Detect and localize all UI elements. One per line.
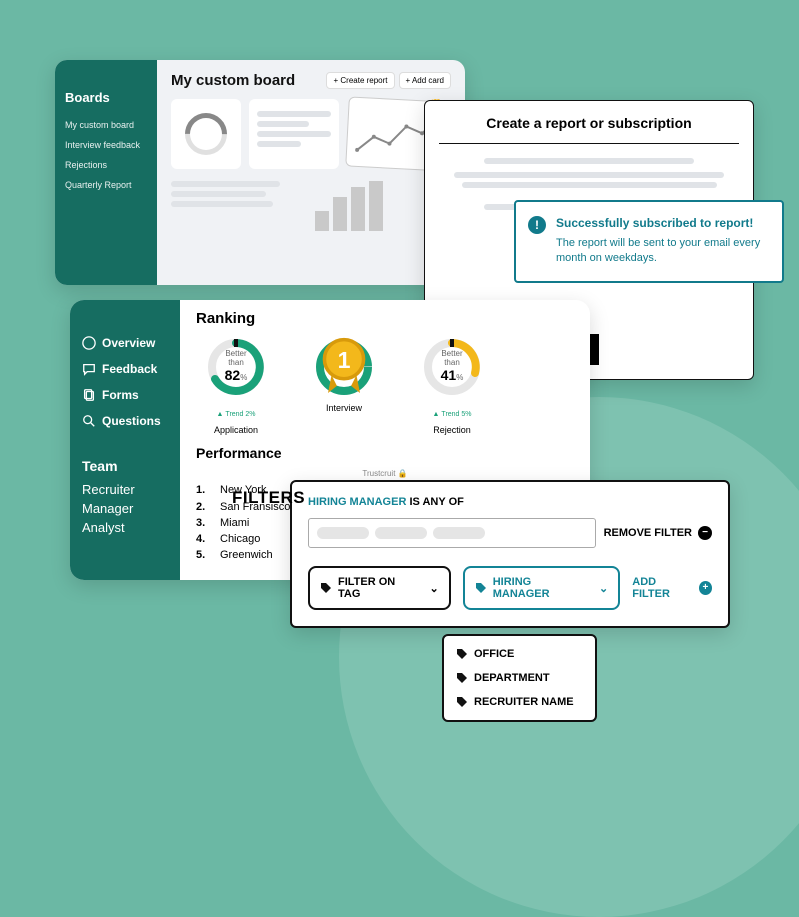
hiring-manager-select[interactable]: HIRING MANAGER⌄ [463,566,621,610]
filters-heading: FILTERS [232,488,305,508]
sidebar-item-board[interactable]: My custom board [65,115,147,135]
nav-overview[interactable]: Overview [82,330,168,356]
gauge-card[interactable] [171,99,241,169]
sidebar-item-board[interactable]: Quarterly Report [65,175,147,195]
trend-icon: ▲ Trend 5% [432,411,471,418]
nav-forms[interactable]: Forms [82,382,168,408]
svg-text:1: 1 [338,347,351,373]
boards-sidebar: Boards My custom board Interview feedbac… [55,60,157,285]
chat-icon [82,362,96,376]
tag-icon [456,696,468,708]
performance-heading: Performance [196,445,574,461]
gauge-interview: 1 Interview [304,335,384,435]
filter-dropdown: OFFICE DEPARTMENT RECRUITER NAME [442,634,597,722]
team-role[interactable]: Analyst [82,518,168,537]
trend-icon: ▲ Trend 2% [216,411,255,418]
filters-panel: FILTERS HIRING MANAGER IS ANY OF REMOVE … [290,480,730,628]
toast-title: Successfully subscribed to report! [556,216,768,230]
dropdown-option-department[interactable]: DEPARTMENT [444,666,595,690]
nav-feedback[interactable]: Feedback [82,356,168,382]
create-report-button[interactable]: + Create report [326,72,394,89]
list-card[interactable] [249,99,339,169]
toast-body: The report will be sent to your email ev… [556,236,768,267]
filter-on-tag-select[interactable]: FILTER ON TAG⌄ [308,566,451,610]
medal-icon: 1 [312,333,376,397]
add-card-button[interactable]: + Add card [399,72,451,89]
boards-heading: Boards [65,90,147,105]
chevron-down-icon: ⌄ [430,582,439,595]
minus-circle-icon: − [698,526,712,540]
sidebar-item-board[interactable]: Rejections [65,155,147,175]
add-filter-button[interactable]: ADD FILTER+ [632,576,712,600]
tag-icon [456,672,468,684]
plus-circle-icon: + [699,581,712,595]
boards-panel: Boards My custom board Interview feedbac… [55,60,465,285]
filter-clause: HIRING MANAGER IS ANY OF [308,496,712,508]
brand-label: Trustcruit [362,469,395,478]
info-icon [528,216,546,234]
compass-icon [82,336,96,350]
filter-values-input[interactable] [308,518,596,548]
sidebar-item-board[interactable]: Interview feedback [65,135,147,155]
team-role[interactable]: Recruiter [82,480,168,499]
chevron-down-icon: ⌄ [599,582,608,595]
copy-icon [82,388,96,402]
remove-filter-button[interactable]: REMOVE FILTER− [604,526,712,540]
success-toast: Successfully subscribed to report! The r… [514,200,784,283]
lock-icon: 🔒 [398,469,408,478]
team-role[interactable]: Manager [82,499,168,518]
dropdown-option-recruiter[interactable]: RECRUITER NAME [444,690,595,714]
nav-questions[interactable]: Questions [82,408,168,434]
search-icon [82,414,96,428]
board-title: My custom board [171,72,295,89]
gauge-rejection: Better than41% ▲ Trend 5% Rejection [412,335,492,435]
tag-icon [320,582,332,594]
gauge-application: Better than82% ▲ Trend 2% Application [196,335,276,435]
dashboard-sidebar: Overview Feedback Forms Questions Team R… [70,300,180,580]
tag-icon [456,648,468,660]
dropdown-option-office[interactable]: OFFICE [444,642,595,666]
report-modal-title: Create a report or subscription [439,115,739,131]
team-heading: Team [82,458,168,474]
ranking-heading: Ranking [196,310,574,327]
tag-icon [475,582,487,594]
